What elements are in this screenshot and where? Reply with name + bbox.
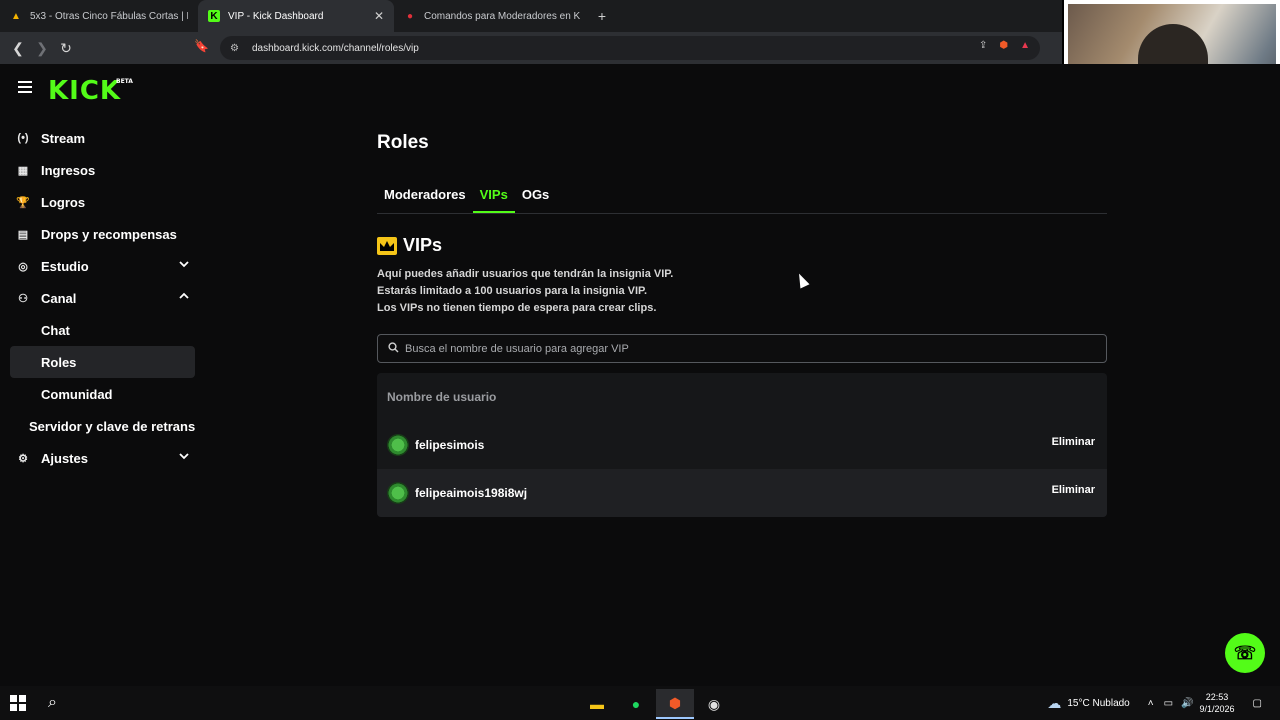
search-placeholder: Busca el nombre de usuario para agregar … [405,342,629,355]
back-icon[interactable]: ❮ [6,36,30,60]
sidebar-item-logros[interactable]: 🏆 Logros [10,186,195,218]
address-bar[interactable]: ⚙ dashboard.kick.com/channel/roles/vip ⇪… [220,36,1040,60]
menu-icon[interactable] [18,81,32,93]
brave-shield-icon[interactable]: ⬢ [999,40,1008,51]
search-icon[interactable]: ⌕ [48,694,57,712]
support-chat-icon[interactable]: ☏ [1225,633,1265,673]
notifications-icon[interactable]: ▢ [1253,698,1262,709]
network-icon[interactable]: ▭ [1164,698,1173,709]
weather-text[interactable]: 15°C Nublado [1067,698,1129,709]
obs-icon[interactable]: ◉ [695,689,733,719]
vip-table: Nombre de usuario felipesimois Eliminar … [377,373,1107,517]
file-explorer-icon[interactable]: ▬ [578,689,616,719]
volume-icon[interactable]: 🔊 [1181,698,1193,709]
username: felipeaimois198i8wj [415,486,528,500]
search-icon [388,341,400,356]
username: felipesimois [415,438,485,452]
section-heading: VIPs [377,235,442,256]
taskbar: ⌕ ▬ ● ⬢ ◉ ☁ 15°C Nublado ˄ ▭ 🔊 22:53 9/1… [0,686,1280,720]
sidebar-item-chat[interactable]: Chat [10,314,195,346]
browser-tab[interactable]: ▲ 5x3 - Otras Cinco Fábulas Cortas | Ho [0,0,198,32]
tab-vips[interactable]: VIPs [472,184,516,213]
beta-badge: BETA [116,78,133,85]
chevron-down-icon[interactable] [179,259,189,269]
windows-start-icon[interactable] [10,695,26,711]
chevron-up-icon[interactable] [179,291,189,301]
share-icon[interactable]: ⇪ [979,40,987,51]
sidebar-nav: (•) Stream ▦ Ingresos 🏆 Logros ▤ Drops y… [10,122,195,474]
sidebar-item-roles[interactable]: Roles [10,346,195,378]
kick-logo[interactable]: KICK BETA [48,76,133,106]
clock[interactable]: 22:53 9/1/2026 [1200,691,1235,715]
vip-description: Aquí puedes añadir usuarios que tendrán … [377,268,674,314]
site-settings-icon[interactable]: ⚙ [230,43,242,54]
roles-tabs: Moderadores VIPs OGs [377,184,1107,214]
brave-rewards-icon[interactable]: ▲ [1020,40,1030,51]
sidebar-item-estudio[interactable]: ◎ Estudio [10,250,195,282]
sidebar-item-comunidad[interactable]: Comunidad [10,378,195,410]
users-icon: ⚇ [18,292,28,305]
page-title: Roles [377,132,429,153]
gift-icon: ▤ [17,228,29,241]
kick-dashboard: KICK BETA (•) Stream ▦ Ingresos 🏆 Logros… [0,64,1280,686]
table-header: Nombre de usuario [387,390,497,404]
mouse-cursor [794,271,810,289]
gear-icon: ⚙ [18,452,28,465]
trophy-icon: 🏆 [16,196,30,209]
avatar [387,434,409,456]
table-row: felipesimois Eliminar [377,421,1107,469]
cloud-icon: ☁ [1047,694,1062,711]
vip-search-input[interactable]: Busca el nombre de usuario para agregar … [377,334,1107,363]
table-row: felipeaimois198i8wj Eliminar [377,469,1107,517]
kick-k-icon: K [208,10,220,22]
red-circle-icon: ● [406,10,414,22]
tab-ogs[interactable]: OGs [515,184,556,213]
system-tray: ☁ 15°C Nublado ˄ ▭ 🔊 22:53 9/1/2026 ▢ [1047,686,1280,720]
sidebar: KICK BETA (•) Stream ▦ Ingresos 🏆 Logros… [0,64,206,686]
camera-icon: ◎ [18,260,28,273]
spotify-icon[interactable]: ● [617,689,655,719]
sidebar-item-stream[interactable]: (•) Stream [10,122,195,154]
brave-browser-icon[interactable]: ⬢ [656,689,694,719]
sidebar-item-drops[interactable]: ▤ Drops y recompensas [10,218,195,250]
browser-tab-strip: ▲ 5x3 - Otras Cinco Fábulas Cortas | Ho … [0,0,1062,32]
avatar [387,482,409,504]
chevron-up-icon[interactable]: ˄ [1148,698,1154,709]
tab-moderadores[interactable]: Moderadores [377,184,473,213]
chevron-down-icon[interactable] [179,451,189,461]
reload-icon[interactable]: ↻ [54,36,78,60]
crown-icon [377,236,397,255]
sidebar-item-canal[interactable]: ⚇ Canal [10,282,195,314]
chart-icon: ▦ [17,164,29,177]
url-text: dashboard.kick.com/channel/roles/vip [252,42,419,54]
browser-tab[interactable]: ● Comandos para Moderadores en Kick [394,0,590,32]
forward-icon[interactable]: ❯ [30,36,54,60]
eliminar-button[interactable]: Eliminar [1052,436,1095,448]
sidebar-item-servidor[interactable]: Servidor y clave de retransr [10,410,195,442]
browser-toolbar: ❮ ❯ ↻ 🔖 ⚙ dashboard.kick.com/channel/rol… [0,32,1062,64]
bookmark-icon[interactable]: 🔖 [194,39,209,53]
broadcast-icon: (•) [17,132,29,144]
new-tab-icon[interactable]: + [590,0,614,32]
sidebar-item-ajustes[interactable]: ⚙ Ajustes [10,442,195,474]
warning-triangle-icon: ▲ [11,10,21,22]
close-tab-icon[interactable]: ✕ [374,9,384,23]
sidebar-item-ingresos[interactable]: ▦ Ingresos [10,154,195,186]
eliminar-button[interactable]: Eliminar [1052,484,1095,496]
browser-tab-active[interactable]: K VIP - Kick Dashboard ✕ [198,0,394,32]
